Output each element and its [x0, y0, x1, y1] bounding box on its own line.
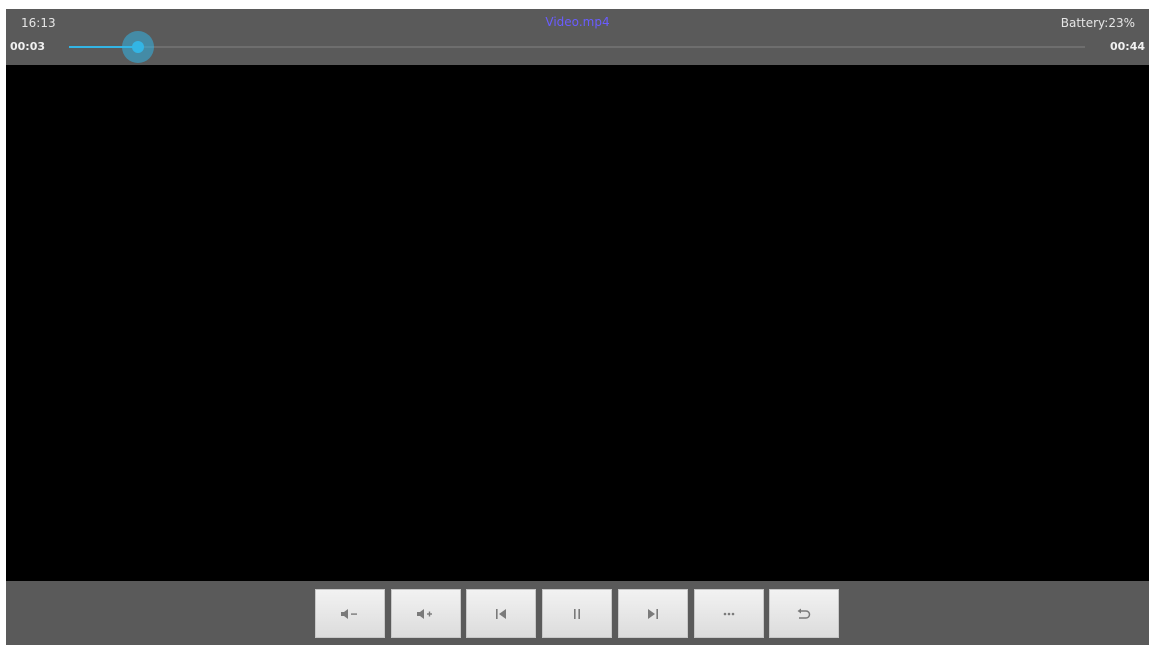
- video-title: Video.mp4: [545, 15, 610, 29]
- return-arrow-icon: [797, 608, 811, 619]
- more-button[interactable]: [694, 589, 764, 638]
- video-surface[interactable]: [6, 65, 1149, 581]
- volume-down-button[interactable]: [315, 589, 385, 638]
- volume-up-icon: [417, 608, 432, 619]
- more-dots-icon: [723, 612, 735, 615]
- seek-bar[interactable]: [69, 31, 1085, 63]
- volume-down-icon: [341, 608, 357, 619]
- skip-previous-icon: [496, 608, 506, 619]
- video-player: 16:13 Video.mp4 Battery:23% 00:03 00:44: [6, 9, 1149, 645]
- battery-status: Battery:23%: [1060, 16, 1135, 30]
- pause-button[interactable]: [542, 589, 612, 638]
- elapsed-time: 00:03: [10, 40, 46, 53]
- pause-icon: [574, 608, 580, 619]
- back-button[interactable]: [769, 589, 839, 638]
- next-button[interactable]: [618, 589, 688, 638]
- total-time: 00:44: [1109, 40, 1145, 53]
- volume-up-button[interactable]: [391, 589, 461, 638]
- top-bar: 16:13 Video.mp4 Battery:23% 00:03 00:44: [6, 9, 1149, 65]
- previous-button[interactable]: [466, 589, 536, 638]
- skip-next-icon: [648, 608, 658, 619]
- control-bar: [6, 581, 1149, 645]
- seek-bar-thumb[interactable]: [122, 31, 155, 63]
